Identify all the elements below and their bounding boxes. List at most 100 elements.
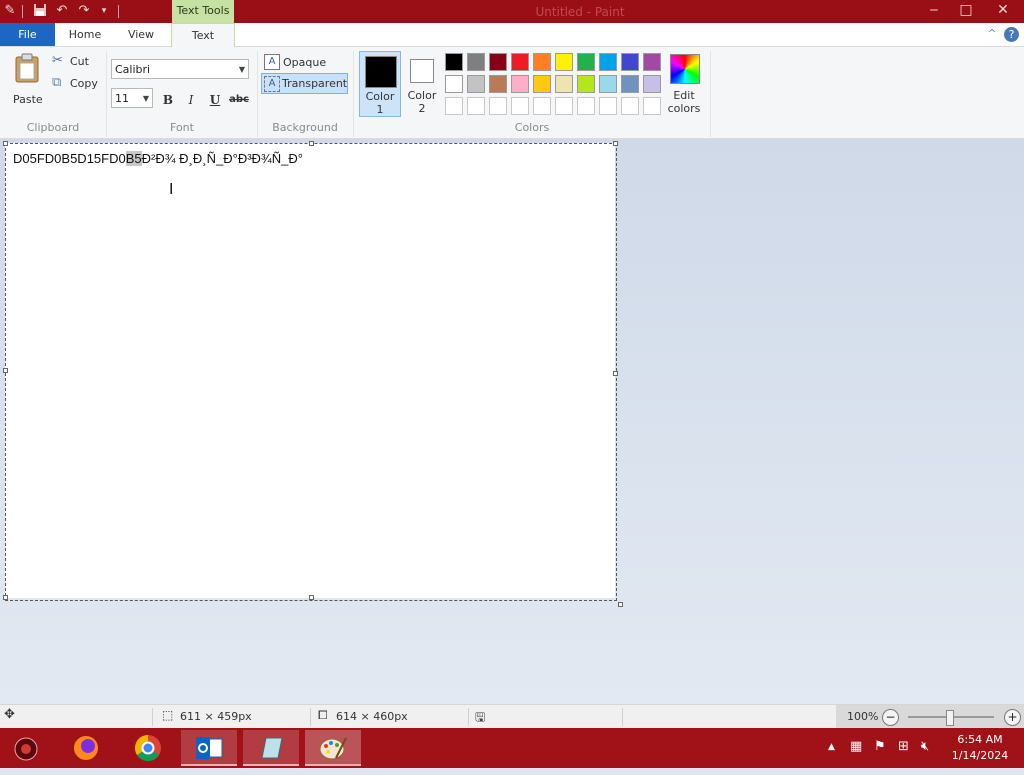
underline-button[interactable]: U [205,90,225,110]
font-family-select[interactable]: Calibri ▼ [111,59,249,79]
palette-swatch[interactable] [511,75,529,93]
show-hidden-icons-button[interactable]: ▲ [828,742,835,752]
maximize-button[interactable]: □ [950,0,982,22]
palette-swatch[interactable] [533,97,551,115]
tab-text[interactable]: Text [171,23,235,47]
palette-swatch[interactable] [445,97,463,115]
cut-button[interactable]: ✂ Cut [52,53,98,71]
palette-swatch[interactable] [533,75,551,93]
color1-button[interactable]: Color 1 [359,51,401,117]
palette-swatch[interactable] [467,75,485,93]
palette-swatch[interactable] [599,97,617,115]
tab-file[interactable]: File [0,23,55,46]
palette-swatch[interactable] [621,97,639,115]
tab-view[interactable]: View [114,23,168,46]
canvas-workspace[interactable]: D05FD0B5D15FD0B5Ð²Ð¾ Ð¸Ð¸Ñ_Ð°Ð³Ð¾Ñ_Ð° I [0,139,1024,704]
palette-swatch[interactable] [467,53,485,71]
palette-swatch[interactable] [445,53,463,71]
window-title: Untitled - Paint [535,5,625,19]
close-button[interactable]: ✕ [982,0,1024,22]
resize-handle[interactable] [613,141,618,146]
edit-colors-button[interactable]: Edit colors [665,51,703,117]
palette-swatch[interactable] [577,75,595,93]
undo-icon[interactable]: ↶ [54,3,70,19]
palette-swatch[interactable] [621,75,639,93]
palette-swatch[interactable] [643,53,661,71]
disk-icon: 🖫 [475,710,486,724]
customize-toolbar-icon[interactable]: ▾ [96,3,112,19]
action-center-flag-icon[interactable]: ⚑ [874,739,886,754]
palette-swatch[interactable] [467,97,485,115]
canvas-text-box[interactable]: D05FD0B5D15FD0B5Ð²Ð¾ Ð¸Ð¸Ñ_Ð°Ð³Ð¾Ñ_Ð° [13,151,303,166]
taskbar-chrome[interactable] [120,730,176,766]
system-clock[interactable]: 6:54 AM 1/14/2024 [944,732,1016,764]
taskbar-notepad[interactable] [243,730,299,766]
palette-swatch[interactable] [555,53,573,71]
ribbon-tabs: File Home View Text ^ ? [0,23,1024,47]
palette-swatch[interactable] [599,75,617,93]
clock-time: 6:54 AM [957,733,1003,746]
paste-button[interactable]: Paste [6,51,48,107]
divider [22,5,23,18]
palette-swatch[interactable] [643,97,661,115]
palette-swatch[interactable] [533,53,551,71]
text-tools-context-label: Text Tools [172,0,234,23]
resize-handle[interactable] [309,141,314,146]
start-button[interactable] [0,730,52,766]
network-icon[interactable]: ⊞ [898,739,909,754]
italic-button[interactable]: I [181,90,201,110]
palette-swatch[interactable] [489,53,507,71]
resize-handle[interactable] [3,368,8,373]
opaque-button[interactable]: A Opaque [262,52,348,72]
palette-swatch[interactable] [599,53,617,71]
font-size-select[interactable]: 11 ▼ [111,88,153,108]
zoom-out-button[interactable]: − [882,709,899,726]
taskbar-firefox[interactable] [58,730,114,766]
resize-handle[interactable] [618,602,623,607]
paint-app-icon[interactable]: ✎ [2,3,18,19]
help-icon[interactable]: ? [1004,27,1019,42]
zoom-slider-thumb[interactable] [946,710,954,726]
palette-swatch[interactable] [511,53,529,71]
zoom-in-button[interactable]: + [1004,709,1021,726]
bold-button[interactable]: B [158,90,178,110]
volume-muted-icon[interactable]: 🔇︎ [921,739,929,754]
palette-swatch[interactable] [489,75,507,93]
copy-button[interactable]: ⧉ Copy [52,75,102,93]
palette-swatch[interactable] [489,97,507,115]
palette-swatch[interactable] [643,75,661,93]
tab-home[interactable]: Home [60,23,110,46]
redo-icon[interactable]: ↷ [76,3,92,19]
palette-swatch[interactable] [577,53,595,71]
taskbar-paint[interactable] [305,730,361,766]
network-display-icon[interactable]: ▦ [850,739,862,754]
resize-handle[interactable] [309,595,314,600]
taskbar-outlook[interactable] [181,730,237,766]
color-wheel-icon [670,54,700,84]
strikethrough-button[interactable]: abc [228,90,250,110]
colors-group-label: Colors [514,121,550,134]
palette-swatch[interactable] [555,97,573,115]
edit-colors-label: Edit [673,89,695,102]
save-icon[interactable] [32,3,48,19]
resize-handle[interactable] [3,141,8,146]
resize-handle[interactable] [613,371,618,376]
palette-swatch[interactable] [577,97,595,115]
palette-swatch[interactable] [445,75,463,93]
resize-handle[interactable] [3,595,8,600]
color2-button[interactable]: Color 2 [402,51,442,117]
minimize-ribbon-icon[interactable]: ^ [984,26,1000,42]
copy-icon: ⧉ [52,75,62,90]
drawing-canvas[interactable]: D05FD0B5D15FD0B5Ð²Ð¾ Ð¸Ð¸Ñ_Ð°Ð³Ð¾Ñ_Ð° I [5,143,615,598]
divider [118,5,119,18]
palette-swatch[interactable] [511,97,529,115]
chrome-icon [134,734,161,762]
outlook-icon [196,737,223,759]
transparent-icon: A [264,76,280,92]
transparent-button[interactable]: A Transparent [261,73,348,94]
palette-swatch[interactable] [555,75,573,93]
color2-swatch [410,59,434,83]
chevron-down-icon: ▼ [142,94,149,103]
minimize-button[interactable]: ‒ [918,0,950,22]
palette-swatch[interactable] [621,53,639,71]
